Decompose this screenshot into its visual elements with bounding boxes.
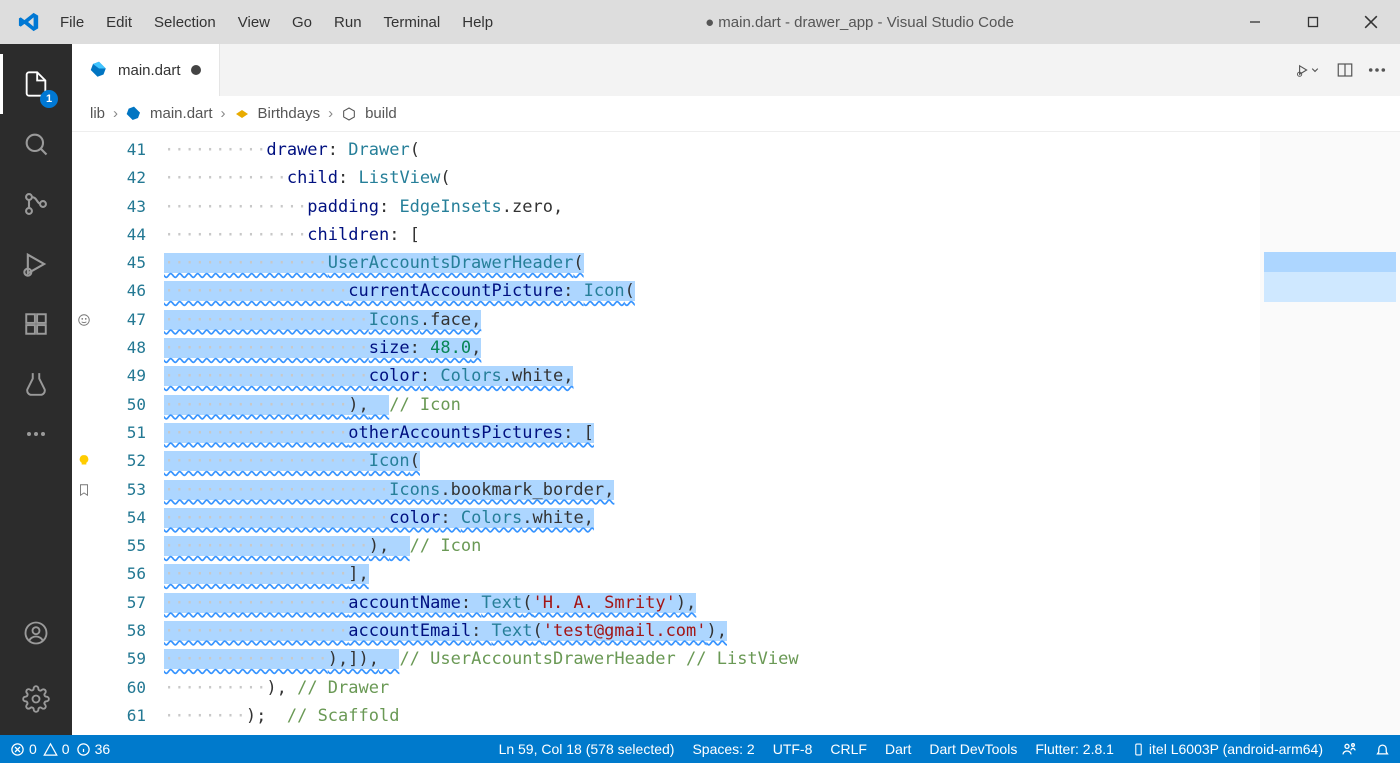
status-flutter[interactable]: Flutter: 2.8.1 [1035, 741, 1114, 757]
tab-label: main.dart [118, 62, 181, 79]
menu-help[interactable]: Help [462, 14, 493, 31]
lightbulb-icon[interactable] [72, 447, 96, 475]
bookmark-gutter-icon[interactable] [72, 476, 96, 504]
menu-bar: File Edit Selection View Go Run Terminal… [58, 14, 493, 31]
status-warnings[interactable]: 0 [43, 741, 70, 757]
status-bar: 0 0 36 Ln 59, Col 18 (578 selected) Spac… [0, 735, 1400, 763]
activity-testing[interactable] [0, 354, 72, 414]
dart-file-icon [90, 61, 108, 79]
chevron-right-icon: › [328, 105, 333, 122]
menu-view[interactable]: View [238, 14, 270, 31]
titlebar: File Edit Selection View Go Run Terminal… [0, 0, 1400, 44]
menu-file[interactable]: File [60, 14, 84, 31]
dart-file-icon [126, 106, 142, 122]
chevron-right-icon: › [113, 105, 118, 122]
status-errors[interactable]: 0 [10, 741, 37, 757]
breadcrumb-seg-file[interactable]: main.dart [150, 105, 213, 122]
class-icon [234, 106, 250, 122]
editor-actions [1294, 44, 1400, 96]
explorer-badge: 1 [40, 90, 58, 108]
method-icon [341, 106, 357, 122]
menu-selection[interactable]: Selection [154, 14, 216, 31]
activity-more-icon[interactable] [0, 414, 72, 454]
activity-source-control[interactable] [0, 174, 72, 234]
editor-group: main.dart lib › main.dart › [72, 44, 1400, 735]
status-device[interactable]: itel L6003P (android-arm64) [1132, 741, 1323, 757]
breadcrumb[interactable]: lib › main.dart › Birthdays › build [72, 96, 1400, 132]
maximize-button[interactable] [1284, 0, 1342, 44]
status-language[interactable]: Dart [885, 741, 911, 757]
status-devtools[interactable]: Dart DevTools [929, 741, 1017, 757]
window-controls [1226, 0, 1400, 44]
activity-run-debug[interactable] [0, 234, 72, 294]
window-title: ● main.dart - drawer_app - Visual Studio… [493, 14, 1226, 31]
minimize-button[interactable] [1226, 0, 1284, 44]
main-area: 1 main.dart [0, 44, 1400, 735]
activity-accounts[interactable] [0, 603, 72, 663]
dirty-indicator-icon [191, 65, 201, 75]
status-live-share-icon[interactable] [1341, 741, 1357, 757]
activity-explorer[interactable]: 1 [0, 54, 72, 114]
activity-settings[interactable] [0, 669, 72, 729]
glyph-margin [72, 132, 96, 735]
menu-edit[interactable]: Edit [106, 14, 132, 31]
status-cursor[interactable]: Ln 59, Col 18 (578 selected) [499, 741, 675, 757]
run-debug-action[interactable] [1294, 61, 1322, 79]
split-editor-action[interactable] [1336, 61, 1354, 79]
activity-search[interactable] [0, 114, 72, 174]
menu-terminal[interactable]: Terminal [384, 14, 441, 31]
tab-main-dart[interactable]: main.dart [72, 44, 220, 96]
minimap[interactable] [1260, 132, 1400, 735]
activity-extensions[interactable] [0, 294, 72, 354]
status-info[interactable]: 36 [76, 741, 111, 757]
menu-run[interactable]: Run [334, 14, 362, 31]
code-content[interactable]: ··········drawer: Drawer(············chi… [164, 132, 1260, 735]
line-number-gutter: 4142434445464748495051525354555657585960… [96, 132, 164, 735]
breadcrumb-seg-lib[interactable]: lib [90, 105, 105, 122]
vscode-logo-icon [0, 11, 58, 33]
tabs-row: main.dart [72, 44, 1400, 96]
status-spaces[interactable]: Spaces: 2 [692, 741, 754, 757]
status-eol[interactable]: CRLF [830, 741, 867, 757]
status-notifications-icon[interactable] [1375, 742, 1390, 757]
menu-go[interactable]: Go [292, 14, 312, 31]
close-button[interactable] [1342, 0, 1400, 44]
status-encoding[interactable]: UTF-8 [773, 741, 813, 757]
more-editor-actions[interactable] [1368, 67, 1386, 73]
chevron-right-icon: › [221, 105, 226, 122]
activity-bar: 1 [0, 44, 72, 735]
dart-devtools-gutter-icon[interactable] [72, 306, 96, 334]
breadcrumb-seg-class[interactable]: Birthdays [258, 105, 321, 122]
breadcrumb-seg-method[interactable]: build [365, 105, 397, 122]
editor[interactable]: 4142434445464748495051525354555657585960… [72, 132, 1400, 735]
